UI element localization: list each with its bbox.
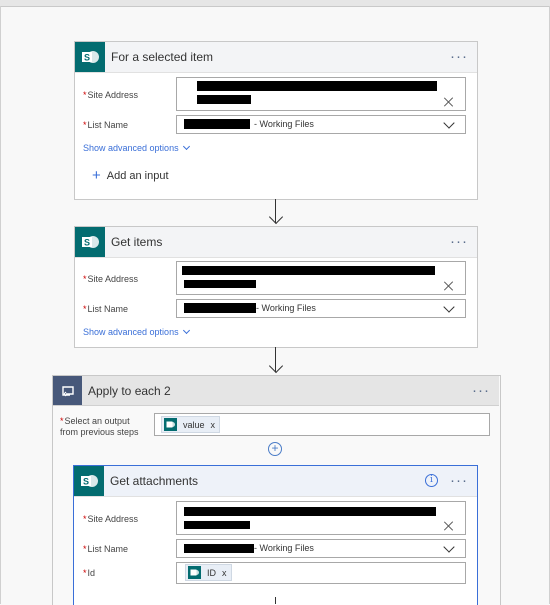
loop-title: Apply to each 2 — [88, 384, 171, 398]
sharepoint-icon: S — [75, 42, 105, 72]
svg-text:S: S — [83, 477, 89, 487]
redacted-text — [197, 81, 437, 91]
list-name-value: - Working Files — [254, 119, 314, 129]
list-name-select[interactable]: - Working Files — [176, 299, 466, 318]
more-options-icon[interactable]: ··· — [472, 382, 490, 399]
svg-text:S: S — [84, 53, 90, 63]
list-name-label: *List Name — [83, 304, 129, 314]
redacted-text — [184, 544, 254, 553]
clear-icon[interactable] — [444, 521, 454, 531]
clear-icon[interactable] — [444, 97, 454, 107]
site-address-field[interactable] — [176, 501, 466, 535]
site-address-field[interactable] — [176, 261, 466, 295]
sharepoint-icon — [188, 566, 201, 579]
list-name-label: *List Name — [83, 120, 129, 130]
redacted-text — [184, 507, 436, 516]
card-header[interactable]: S Get attachments i ··· — [74, 466, 477, 497]
list-name-value: - Working Files — [254, 543, 314, 553]
svg-text:S: S — [84, 238, 90, 248]
redacted-text — [184, 280, 256, 288]
remove-token-icon[interactable]: x — [222, 568, 227, 578]
plus-icon: + — [92, 167, 101, 184]
more-options-icon[interactable]: ··· — [450, 472, 468, 489]
arrow-down-icon — [268, 358, 284, 374]
sharepoint-icon: S — [75, 227, 105, 257]
more-options-icon[interactable]: ··· — [450, 233, 468, 250]
site-address-label: *Site Address — [83, 514, 139, 524]
chevron-down-icon[interactable] — [443, 117, 455, 129]
list-name-label: *List Name — [83, 544, 129, 554]
card-get-attachments: S Get attachments i ··· — [73, 465, 478, 605]
card-title: Get attachments — [110, 474, 199, 488]
chevron-down-icon[interactable] — [443, 541, 455, 553]
redacted-text — [184, 119, 250, 129]
redacted-text — [184, 303, 256, 313]
card-title: For a selected item — [111, 50, 214, 64]
more-options-icon[interactable]: ··· — [450, 48, 468, 65]
add-an-input-button[interactable]: + Add an input — [92, 166, 169, 184]
token-label: value — [183, 419, 205, 430]
top-bar — [0, 0, 550, 7]
list-name-select[interactable]: - Working Files — [176, 539, 466, 558]
loop-header[interactable]: Apply to each 2 ··· — [53, 376, 499, 406]
left-border — [0, 6, 1, 604]
info-icon[interactable]: i — [425, 474, 438, 487]
loop-icon — [53, 376, 82, 405]
chevron-down-icon — [182, 326, 190, 335]
site-address-field[interactable] — [176, 77, 466, 111]
redacted-text — [184, 521, 250, 529]
list-name-select[interactable]: - Working Files — [176, 115, 466, 134]
list-name-value: - Working Files — [256, 303, 316, 313]
arrow-down-icon — [268, 209, 284, 225]
card-title: Get items — [111, 235, 163, 249]
redacted-text — [197, 95, 251, 104]
id-token[interactable]: ID x — [185, 564, 232, 581]
token-label: ID — [207, 567, 216, 578]
add-step-icon[interactable]: + — [268, 442, 282, 456]
sharepoint-icon — [164, 418, 177, 431]
select-output-field[interactable]: value x — [154, 413, 490, 436]
clear-icon[interactable] — [444, 281, 454, 291]
card-header[interactable]: S Get items ··· — [75, 227, 477, 258]
id-field[interactable]: ID x — [176, 562, 466, 584]
show-advanced-options-link[interactable]: Show advanced options — [83, 326, 190, 337]
chevron-down-icon — [182, 142, 190, 151]
chevron-down-icon[interactable] — [443, 301, 455, 313]
id-label: *Id — [83, 568, 96, 578]
connector-line — [275, 597, 277, 604]
card-header[interactable]: S For a selected item ··· — [75, 42, 477, 73]
site-address-label: *Site Address — [83, 274, 139, 284]
remove-token-icon[interactable]: x — [211, 420, 216, 430]
select-output-label: *Select an output from previous steps — [60, 416, 139, 437]
sharepoint-icon: S — [74, 466, 104, 496]
redacted-text — [182, 266, 435, 275]
show-advanced-options-link[interactable]: Show advanced options — [83, 142, 190, 153]
value-token[interactable]: value x — [161, 416, 221, 433]
site-address-label: *Site Address — [83, 90, 139, 100]
